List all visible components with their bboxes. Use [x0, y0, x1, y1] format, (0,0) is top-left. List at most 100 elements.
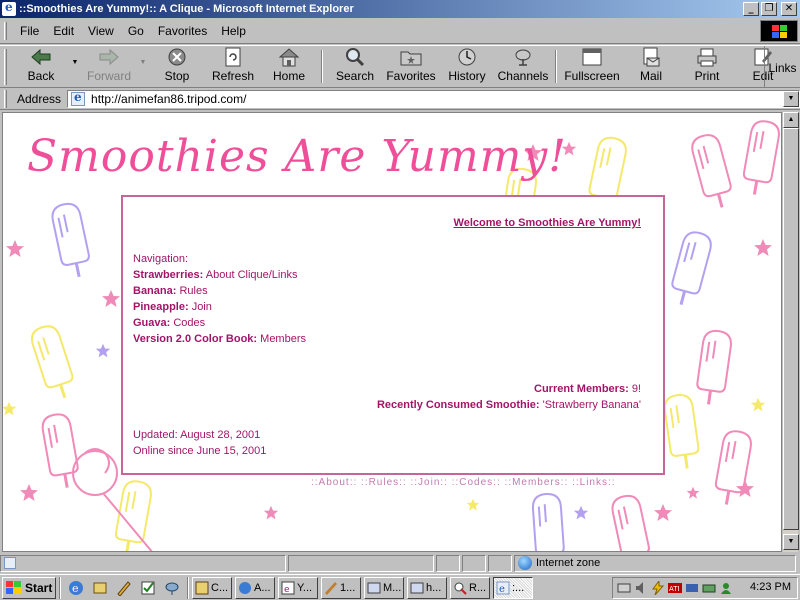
taskbar-item[interactable]: A...	[235, 576, 275, 599]
mail-button[interactable]: Mail	[623, 46, 679, 87]
search-button[interactable]: Search	[327, 46, 383, 87]
quicklaunch-pencil-icon[interactable]	[114, 578, 134, 598]
refresh-label: Refresh	[211, 69, 255, 83]
start-button[interactable]: Start	[2, 576, 56, 599]
back-dropdown[interactable]: ▼	[69, 46, 81, 87]
favorites-folder-icon	[400, 46, 422, 67]
channels-satellite-icon	[512, 46, 534, 67]
address-dropdown-icon[interactable]: ▼	[783, 90, 799, 107]
navigation-heading: Navigation:	[133, 253, 189, 265]
menu-go[interactable]: Go	[121, 22, 151, 40]
home-button[interactable]: Home	[261, 46, 317, 87]
quicklaunch-ie-icon[interactable]: e	[66, 578, 86, 598]
tray-volume-icon[interactable]	[634, 581, 648, 595]
links-button[interactable]: Links	[764, 46, 800, 89]
navigation-list: Navigation: Strawberries: About Clique/L…	[133, 251, 306, 347]
back-label: Back	[27, 69, 55, 83]
taskbar-clock[interactable]: 4:23 PM	[750, 581, 791, 593]
history-icon	[456, 46, 478, 67]
tray-keyboard-icon[interactable]	[702, 581, 716, 595]
stop-button[interactable]: Stop	[149, 46, 205, 87]
throbber-windows-logo	[760, 20, 798, 42]
history-button[interactable]: History	[439, 46, 495, 87]
forward-label: Forward	[86, 69, 131, 83]
favorites-button[interactable]: Favorites	[383, 46, 439, 87]
nav-item-guava[interactable]: Guava: Codes	[133, 315, 306, 331]
toolbar-separator	[555, 50, 557, 83]
close-button[interactable]: ✕	[781, 2, 797, 16]
windows-logo-icon	[772, 25, 788, 38]
welcome-link[interactable]: Welcome to Smoothies Are Yummy!	[454, 217, 641, 229]
taskbar-item[interactable]: M...	[364, 576, 404, 599]
stop-icon	[166, 46, 188, 67]
quicklaunch-check-icon[interactable]	[138, 578, 158, 598]
forward-button[interactable]: Forward	[81, 46, 137, 87]
address-input[interactable]	[89, 91, 770, 106]
taskbar-item[interactable]: C...	[192, 576, 232, 599]
menu-help[interactable]: Help	[214, 22, 253, 40]
toolbar-grip[interactable]	[4, 49, 7, 85]
tray-network-icon[interactable]	[617, 581, 631, 595]
status-cell-3	[488, 554, 512, 572]
zone-label: Internet zone	[536, 557, 601, 569]
tray-messenger-icon[interactable]	[719, 581, 733, 595]
refresh-button[interactable]: Refresh	[205, 46, 261, 87]
forward-dropdown[interactable]: ▼	[137, 46, 149, 87]
minimize-button[interactable]: _	[743, 2, 759, 16]
window-title-bar[interactable]: ::Smoothies Are Yummy!:: A Clique - Micr…	[0, 0, 800, 18]
start-label: Start	[25, 580, 53, 595]
quicklaunch-channel-icon[interactable]	[162, 578, 182, 598]
taskbar-item[interactable]: e Y...	[278, 576, 318, 599]
tray-ati-icon[interactable]: ATI	[668, 581, 682, 595]
search-label: Search	[335, 69, 375, 83]
restore-button[interactable]: ❐	[761, 2, 777, 16]
windows-flag-icon	[6, 580, 22, 595]
nav-item-banana[interactable]: Banana: Rules	[133, 283, 306, 299]
updated-date: Updated: August 28, 2001	[133, 429, 261, 441]
nav-item-pineapple[interactable]: Pineapple: Join	[133, 299, 306, 315]
current-members: Current Members: 9!	[534, 383, 641, 395]
menu-view[interactable]: View	[81, 22, 121, 40]
taskbar-item-active[interactable]: e:...	[493, 576, 533, 599]
clique-stats: Current Members: 9! Recently Consumed Sm…	[377, 381, 641, 413]
menu-grip[interactable]	[4, 21, 7, 40]
tray-lightning-icon[interactable]	[651, 581, 665, 595]
address-grip[interactable]	[4, 89, 7, 108]
print-button[interactable]: Print	[679, 46, 735, 87]
security-zone: Internet zone	[514, 554, 796, 572]
page-icon	[71, 90, 86, 106]
scroll-up-icon[interactable]: ▲	[783, 112, 799, 128]
site-banner-title: Smoothies Are Yummy!	[27, 131, 567, 182]
page-content: Smoothies Are Yummy! Welcome to Smoothie…	[2, 112, 782, 552]
favorites-label: Favorites	[386, 69, 436, 83]
home-icon	[278, 46, 300, 67]
system-tray: ATI 4:23 PM	[612, 577, 798, 599]
refresh-icon	[222, 46, 244, 67]
menu-file[interactable]: File	[13, 22, 46, 40]
taskbar-item[interactable]: 1...	[321, 576, 361, 599]
nav-item-strawberries[interactable]: Strawberries: About Clique/Links	[133, 267, 306, 283]
taskbar-item[interactable]: R...	[450, 576, 490, 599]
menu-edit[interactable]: Edit	[46, 22, 81, 40]
taskbar-item[interactable]: h...	[407, 576, 447, 599]
status-text-cell	[0, 554, 286, 572]
scroll-thumb[interactable]	[783, 128, 799, 530]
menu-favorites[interactable]: Favorites	[151, 22, 214, 40]
channels-button[interactable]: Channels	[495, 46, 551, 87]
back-button[interactable]: Back	[13, 46, 69, 87]
address-field[interactable]: ▼	[67, 89, 800, 108]
fullscreen-label: Fullscreen	[564, 69, 620, 83]
tray-display-icon[interactable]	[685, 581, 699, 595]
nav-item-color-book[interactable]: Version 2.0 Color Book: Members	[133, 331, 306, 347]
quicklaunch-outlook-icon[interactable]	[90, 578, 110, 598]
status-progress-cell	[288, 554, 434, 572]
print-label: Print	[694, 69, 720, 83]
vertical-scrollbar[interactable]: ▲ ▼	[782, 112, 799, 552]
footer-nav-links[interactable]: ::About:: ::Rules:: ::Join:: ::Codes:: :…	[311, 477, 616, 488]
fullscreen-button[interactable]: Fullscreen	[561, 46, 623, 87]
menu-bar: File Edit View Go Favorites Help	[0, 18, 800, 44]
svg-text:e: e	[72, 582, 79, 595]
ie-icon	[2, 0, 16, 16]
scroll-down-icon[interactable]: ▼	[783, 534, 799, 550]
main-panel: Welcome to Smoothies Are Yummy! Navigati…	[121, 195, 665, 475]
